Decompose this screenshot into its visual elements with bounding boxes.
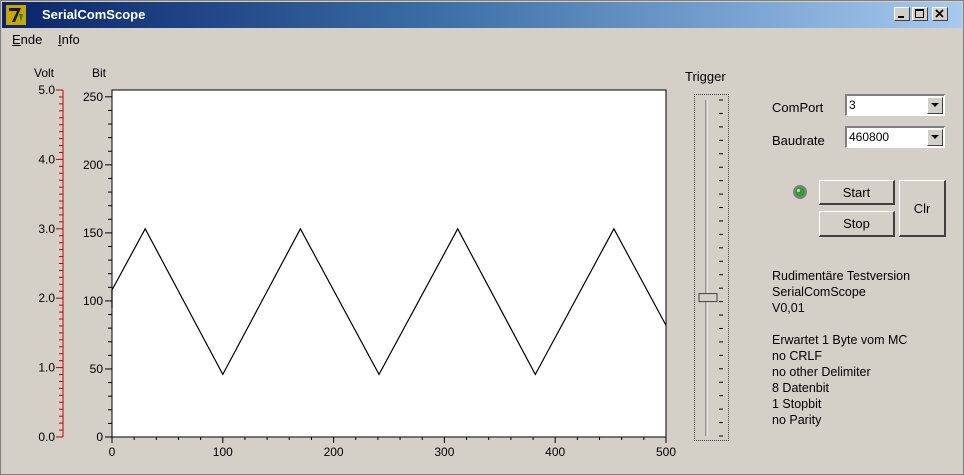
scope-chart: 0.0 1.0 2.0 3.0 4.0 5.0 0 50 100 150 200 250 0 100 2…: [38, 83, 676, 459]
bit-tick-label: 150: [83, 226, 103, 240]
volt-tick-label: 1.0: [38, 361, 55, 375]
menu-ende-accel: E: [12, 32, 21, 47]
info-line: no Parity: [772, 413, 822, 427]
x-tick-label: 0: [109, 445, 116, 459]
bit-axis: 0 50 100 150 200 250: [83, 90, 112, 444]
comport-label: ComPort: [772, 100, 824, 115]
close-icon: [935, 9, 944, 18]
maximize-icon: [915, 9, 924, 18]
status-led-icon: [793, 185, 807, 199]
trigger-thumb[interactable]: [698, 293, 718, 303]
bit-tick-label: 200: [83, 158, 103, 172]
info-line: SerialComScope: [772, 285, 866, 299]
chevron-down-icon: [931, 135, 939, 139]
comport-value: 3: [849, 98, 856, 112]
bit-tick-label: 0: [96, 430, 103, 444]
bit-tick-label: 250: [83, 90, 103, 104]
menu-info-label: nfo: [61, 32, 80, 47]
x-tick-label: 300: [434, 445, 454, 459]
x-tick-label: 500: [656, 445, 676, 459]
menu-info[interactable]: Info: [58, 32, 80, 47]
chevron-down-icon: [931, 103, 939, 107]
baudrate-value: 460800: [849, 130, 890, 144]
volt-tick-label: 5.0: [38, 83, 55, 97]
volt-tick-label: 0.0: [38, 430, 55, 444]
x-tick-label: 400: [545, 445, 565, 459]
maximize-button[interactable]: [912, 7, 928, 21]
bit-tick-label: 50: [90, 362, 104, 376]
stop-button[interactable]: Stop: [819, 211, 895, 237]
plot-area[interactable]: [111, 89, 667, 438]
start-button[interactable]: Start: [819, 180, 895, 205]
info-line: 8 Datenbit: [772, 381, 829, 395]
menu-bar: Ende Info: [2, 29, 962, 49]
minimize-icon: [898, 16, 904, 18]
comport-dropdown-button[interactable]: [927, 97, 943, 114]
trigger-ticks: [719, 99, 723, 437]
close-button[interactable]: [932, 7, 948, 21]
clear-button[interactable]: Clr: [899, 180, 946, 237]
app-window: SerialComScope Ende Info Volt Bit 0.0 1.0…: [0, 0, 964, 475]
info-line: Erwartet 1 Byte vom MC: [772, 333, 908, 347]
baudrate-label: Baudrate: [772, 133, 825, 148]
bit-tick-label: 100: [83, 294, 103, 308]
trigger-label: Trigger: [685, 69, 726, 84]
x-tick-label: 200: [324, 445, 344, 459]
trigger-slider[interactable]: [694, 94, 729, 441]
volt-tick-label: 3.0: [38, 222, 55, 236]
window-title: SerialComScope: [42, 7, 146, 22]
title-bar[interactable]: SerialComScope: [2, 2, 962, 28]
menu-ende-label: nde: [20, 32, 43, 47]
info-line: V0,01: [772, 301, 805, 315]
comport-select[interactable]: 3: [845, 94, 945, 116]
baudrate-dropdown-button[interactable]: [927, 129, 943, 146]
x-tick-label: 100: [213, 445, 233, 459]
x-axis: 0 100 200 300 400 500: [109, 437, 676, 459]
baudrate-select[interactable]: 460800: [845, 126, 945, 148]
minimize-button[interactable]: [894, 7, 910, 21]
volt-tick-label: 2.0: [38, 291, 55, 305]
info-line: Rudimentäre Testversion: [772, 269, 911, 283]
volt-tick-label: 4.0: [38, 152, 55, 166]
volt-axis: 0.0 1.0 2.0 3.0 4.0 5.0: [38, 83, 64, 444]
info-line: no other Delimiter: [772, 365, 871, 379]
delphi-icon[interactable]: [6, 5, 26, 25]
menu-ende[interactable]: Ende: [12, 32, 42, 47]
info-line: 1 Stopbit: [772, 397, 822, 411]
info-line: no CRLF: [772, 349, 823, 363]
